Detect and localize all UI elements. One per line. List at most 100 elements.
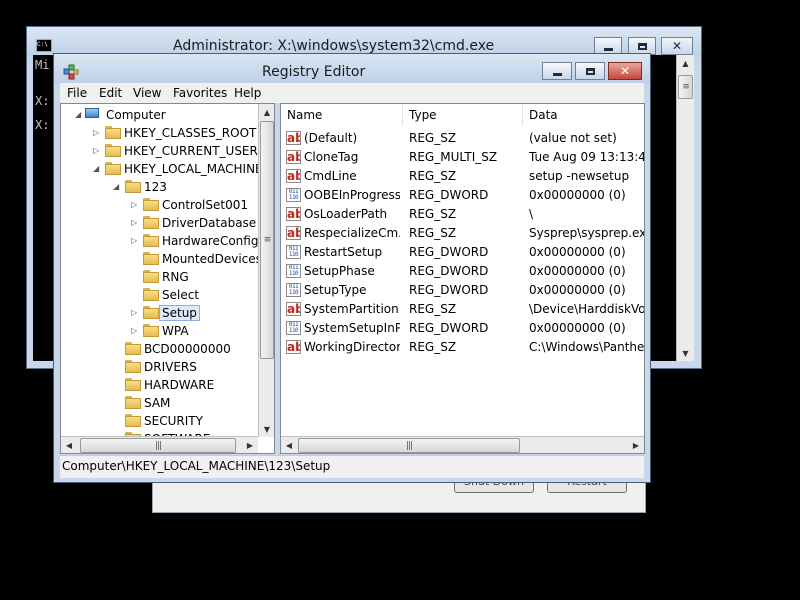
- tree-node[interactable]: ▷ ControlSet001: [61, 196, 260, 214]
- tree-node-label: WPA: [162, 324, 189, 338]
- scroll-thumb[interactable]: |||: [80, 438, 236, 453]
- value-data: Tue Aug 09 13:13:40 2: [529, 150, 644, 164]
- scroll-down-icon[interactable]: ▼: [259, 421, 274, 437]
- scroll-thumb[interactable]: |||: [298, 438, 520, 453]
- tree-node[interactable]: ◢ HKEY_LOCAL_MACHINE: [61, 160, 260, 178]
- value-row[interactable]: 011 110 RestartSetup REG_DWORD 0x00000000 (…: [281, 242, 644, 261]
- tree-node[interactable]: SAM: [61, 394, 260, 412]
- string-value-icon: ab: [286, 302, 301, 316]
- column-header-name[interactable]: Name: [281, 104, 403, 126]
- collapsed-arrow-icon[interactable]: ▷: [131, 308, 137, 317]
- value-row[interactable]: 011 110 OOBEInProgress REG_DWORD 0x00000000…: [281, 185, 644, 204]
- maximize-icon: [637, 42, 647, 50]
- scroll-right-icon[interactable]: ▶: [628, 437, 644, 453]
- collapsed-arrow-icon[interactable]: ▷: [131, 326, 137, 335]
- value-row[interactable]: abSystemPartition REG_SZ \Device\HarddiskV…: [281, 299, 644, 318]
- expanded-arrow-icon[interactable]: ◢: [93, 164, 99, 173]
- tree-node[interactable]: ▷ HardwareConfig: [61, 232, 260, 250]
- console-line: X:: [35, 94, 50, 108]
- tree-node[interactable]: ▷ WPA: [61, 322, 260, 340]
- collapsed-arrow-icon[interactable]: ▷: [131, 218, 137, 227]
- scroll-down-icon[interactable]: ▼: [677, 345, 694, 361]
- value-row[interactable]: abWorkingDirectory REG_SZ C:\Windows\Panth…: [281, 337, 644, 356]
- value-row[interactable]: abCmdLine REG_SZ setup -newsetup: [281, 166, 644, 185]
- tree-node[interactable]: MountedDevices: [61, 250, 260, 268]
- expanded-arrow-icon[interactable]: ◢: [113, 182, 119, 191]
- scroll-thumb[interactable]: ≡: [678, 75, 693, 99]
- value-row[interactable]: abCloneTag REG_MULTI_SZ Tue Aug 09 13:13:4…: [281, 147, 644, 166]
- value-type: REG_SZ: [409, 207, 457, 221]
- value-data: 0x00000000 (0): [529, 245, 626, 259]
- tree-node[interactable]: ◢ 123: [61, 178, 260, 196]
- scroll-left-icon[interactable]: ◀: [61, 437, 77, 453]
- folder-body: [143, 254, 159, 265]
- scroll-thumb[interactable]: ≡: [260, 121, 274, 359]
- value-row[interactable]: 011 110 SetupType REG_DWORD 0x00000000 (0): [281, 280, 644, 299]
- tree-horizontal-scrollbar[interactable]: ◀ ||| ▶: [61, 436, 258, 453]
- folder-icon: [143, 306, 159, 319]
- tree-vertical-scrollbar[interactable]: ▲ ≡ ▼: [258, 104, 274, 437]
- scroll-up-icon[interactable]: ▲: [259, 104, 274, 120]
- folder-icon: [143, 270, 159, 283]
- tree-node[interactable]: ▷ HKEY_CURRENT_USER: [61, 142, 260, 160]
- value-type: REG_MULTI_SZ: [409, 150, 498, 164]
- regedit-icon: [63, 64, 79, 80]
- folder-icon: [143, 234, 159, 247]
- collapsed-arrow-icon[interactable]: ▷: [131, 236, 137, 245]
- scroll-up-icon[interactable]: ▲: [677, 55, 694, 71]
- maximize-icon: [585, 67, 595, 75]
- menu-help[interactable]: Help: [234, 86, 261, 100]
- folder-icon: [143, 198, 159, 211]
- tree-node[interactable]: Select: [61, 286, 260, 304]
- value-row[interactable]: ab(Default) REG_SZ (value not set): [281, 128, 644, 147]
- regedit-close-button[interactable]: ✕: [608, 62, 642, 80]
- tree-node-label: HardwareConfig: [162, 234, 259, 248]
- binary-value-icon: 011 110: [286, 188, 301, 202]
- cmd-close-button[interactable]: ✕: [661, 37, 693, 55]
- value-row[interactable]: 011 110SystemSetupInP... REG_DWORD 0x00000…: [281, 318, 644, 337]
- tree-node[interactable]: ▷ Setup: [61, 304, 260, 322]
- collapsed-arrow-icon[interactable]: ▷: [93, 128, 99, 137]
- column-header-data[interactable]: Data: [523, 104, 644, 126]
- value-name: OsLoaderPath: [304, 207, 388, 221]
- folder-icon: [143, 252, 159, 265]
- value-name: SystemPartition: [304, 302, 399, 316]
- value-row[interactable]: abOsLoaderPath REG_SZ \: [281, 204, 644, 223]
- value-data: C:\Windows\Panther: [529, 340, 644, 354]
- menu-favorites[interactable]: Favorites: [173, 86, 227, 100]
- folder-body: [143, 326, 159, 337]
- tree-node[interactable]: ▷ DriverDatabase: [61, 214, 260, 232]
- collapsed-arrow-icon[interactable]: ▷: [131, 200, 137, 209]
- folder-body: [125, 362, 141, 373]
- value-data: \Device\HarddiskVolu: [529, 302, 644, 316]
- menu-file[interactable]: File: [67, 86, 87, 100]
- regedit-maximize-button[interactable]: [575, 62, 605, 80]
- tree-node[interactable]: ▷ HKEY_CLASSES_ROOT: [61, 124, 260, 142]
- tree-node-label: DriverDatabase: [162, 216, 257, 230]
- menu-edit[interactable]: Edit: [99, 86, 122, 100]
- cmd-vertical-scrollbar[interactable]: ▲ ≡ ▼: [676, 55, 694, 361]
- value-row[interactable]: abRespecializeCm... REG_SZ Sysprep\sysprep…: [281, 223, 644, 242]
- tree-node[interactable]: DRIVERS: [61, 358, 260, 376]
- values-pane[interactable]: Name Type Data ab(Default)REG_SZ(value n…: [280, 103, 645, 454]
- folder-icon: [125, 396, 141, 409]
- tree-node[interactable]: SECURITY: [61, 412, 260, 430]
- value-type: REG_DWORD: [409, 245, 489, 259]
- value-row[interactable]: 011 110 SetupPhase REG_DWORD 0x00000000 (0): [281, 261, 644, 280]
- menu-view[interactable]: View: [133, 86, 161, 100]
- collapsed-arrow-icon[interactable]: ▷: [93, 146, 99, 155]
- column-header-type[interactable]: Type: [403, 104, 523, 126]
- expanded-arrow-icon[interactable]: ◢: [75, 110, 81, 119]
- key-tree-pane[interactable]: ◢ Computer ▷ HKEY_CLASSES_ROOT ▷ HKEY_CURRENT…: [60, 103, 275, 454]
- scroll-left-icon[interactable]: ◀: [281, 437, 297, 453]
- tree-node[interactable]: ◢ Computer: [61, 106, 260, 124]
- values-horizontal-scrollbar[interactable]: ◀ ||| ▶: [281, 436, 644, 453]
- scroll-right-icon[interactable]: ▶: [242, 437, 258, 453]
- tree-node[interactable]: HARDWARE: [61, 376, 260, 394]
- value-type: REG_SZ: [409, 169, 457, 183]
- tree-node[interactable]: RNG: [61, 268, 260, 286]
- folder-icon: [125, 180, 141, 193]
- tree-node[interactable]: BCD00000000: [61, 340, 260, 358]
- minimize-icon: [603, 47, 613, 51]
- regedit-minimize-button[interactable]: [542, 62, 572, 80]
